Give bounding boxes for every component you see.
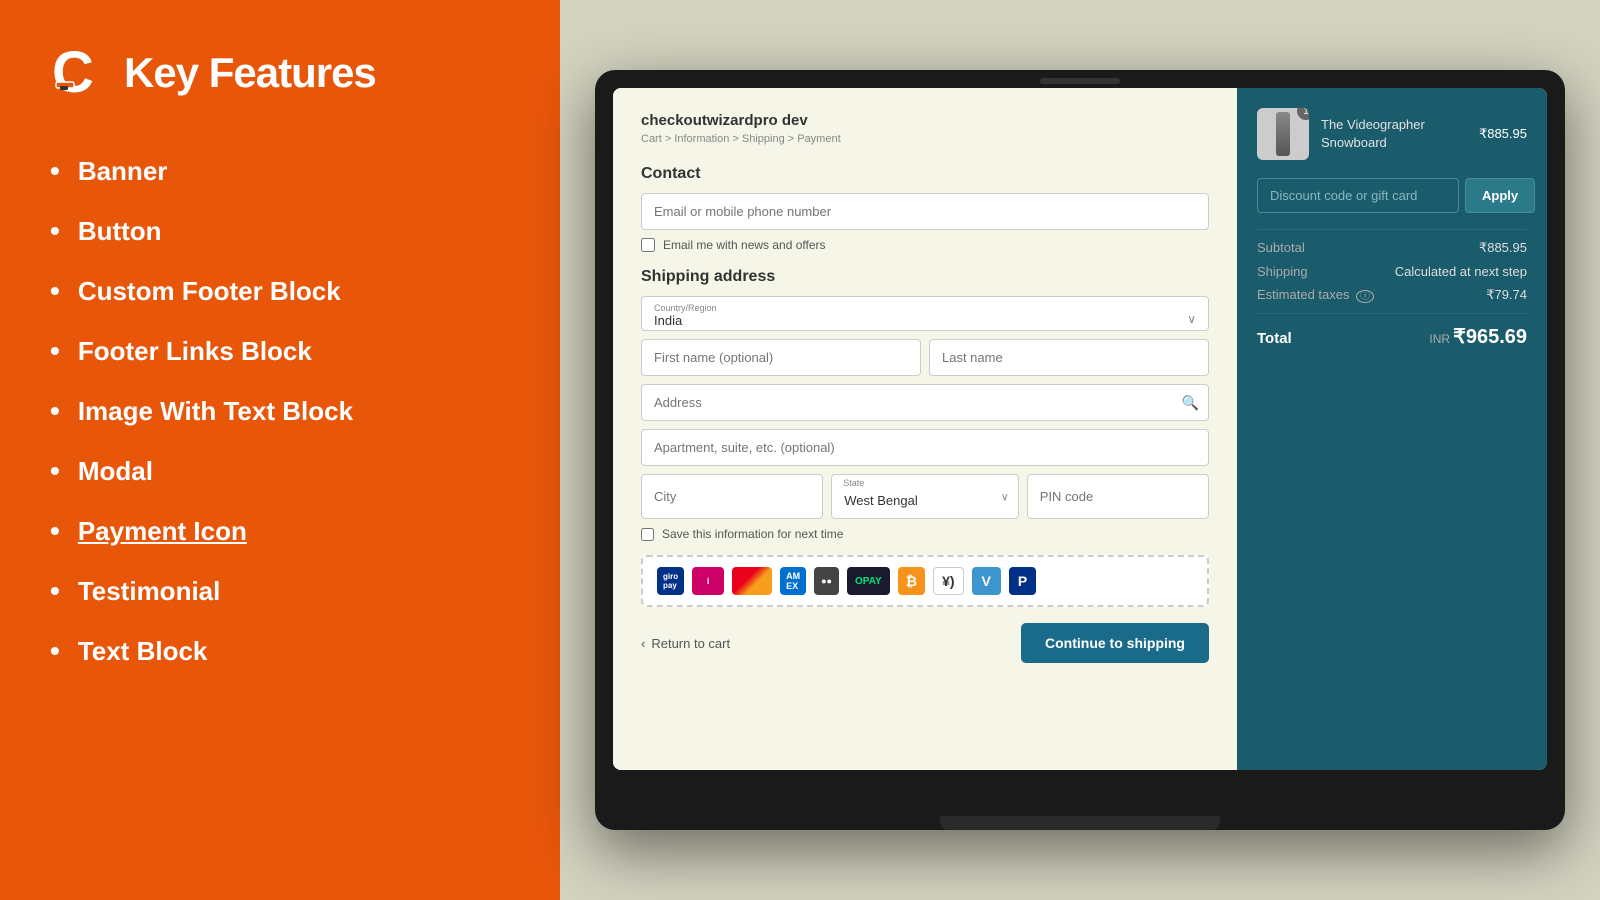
- feature-item-payment-icon: Payment Icon: [50, 515, 510, 547]
- product-badge: 1: [1297, 108, 1309, 120]
- features-list: Banner Button Custom Footer Block Footer…: [50, 155, 510, 667]
- total-divider: [1257, 313, 1527, 314]
- shipping-value: Calculated at next step: [1395, 264, 1527, 279]
- country-field: Country/Region India ∨: [641, 296, 1209, 331]
- city-state-row: State West Bengal ∨: [641, 474, 1209, 519]
- feature-item-banner: Banner: [50, 155, 510, 187]
- subtotal-row: Subtotal ₹885.95: [1257, 240, 1527, 256]
- ideal-icon: i: [692, 567, 724, 595]
- feature-item-text-block: Text Block: [50, 635, 510, 667]
- feature-item-image-text: Image With Text Block: [50, 395, 510, 427]
- summary-divider: [1257, 229, 1527, 230]
- subtotal-label: Subtotal: [1257, 240, 1305, 256]
- total-row: Total INR₹965.69: [1257, 324, 1527, 349]
- shipping-row: Shipping Calculated at next step: [1257, 264, 1527, 279]
- tax-label: Estimated taxes ⓘ: [1257, 287, 1374, 303]
- contact-title: Contact: [641, 165, 1209, 183]
- product-name: The Videographer Snowboard: [1321, 116, 1467, 152]
- newsletter-label: Email me with news and offers: [663, 238, 826, 252]
- continue-to-shipping-button[interactable]: Continue to shipping: [1021, 623, 1209, 663]
- checkout-form: checkoutwizardpro dev Cart > Information…: [613, 88, 1237, 770]
- address-input[interactable]: [641, 384, 1209, 421]
- amex-icon: AMEX: [780, 567, 806, 595]
- breadcrumb: Cart > Information > Shipping > Payment: [641, 133, 1209, 145]
- total-amount: INR₹965.69: [1429, 324, 1527, 349]
- giropay-icon: giropay: [657, 567, 684, 595]
- state-wrapper: State West Bengal ∨: [831, 474, 1019, 519]
- form-actions: ‹ Return to cart Continue to shipping: [641, 623, 1209, 663]
- pin-input[interactable]: [1027, 474, 1209, 519]
- bitcoin-icon: ₿: [898, 567, 925, 595]
- state-label: State: [843, 478, 864, 488]
- discount-row: Apply: [1257, 178, 1527, 213]
- total-currency: INR: [1429, 332, 1450, 346]
- laptop-frame: checkoutwizardpro dev Cart > Information…: [595, 70, 1565, 830]
- city-input[interactable]: [641, 474, 823, 519]
- discount-input[interactable]: [1257, 178, 1459, 213]
- product-thumbnail: 1: [1257, 108, 1309, 160]
- newsletter-row: Email me with news and offers: [641, 238, 1209, 252]
- save-info-checkbox[interactable]: [641, 528, 654, 541]
- product-row: 1 The Videographer Snowboard ₹885.95: [1257, 108, 1527, 160]
- newsletter-checkbox[interactable]: [641, 238, 655, 252]
- svg-text:C: C: [52, 40, 94, 105]
- yen-icon: ¥): [933, 567, 963, 595]
- venmo-icon: V: [972, 567, 1001, 595]
- feature-item-button: Button: [50, 215, 510, 247]
- brand-title: Key Features: [124, 49, 376, 97]
- country-label: Country/Region: [654, 303, 1196, 313]
- brand-icon: C: [50, 40, 110, 105]
- total-label: Total: [1257, 330, 1292, 347]
- apply-discount-button[interactable]: Apply: [1465, 178, 1535, 213]
- tax-row: Estimated taxes ⓘ ₹79.74: [1257, 287, 1527, 303]
- search-icon: 🔍: [1182, 394, 1199, 411]
- product-price: ₹885.95: [1479, 126, 1527, 142]
- address-wrapper: 🔍: [641, 384, 1209, 421]
- db-icon: ●●: [814, 567, 839, 595]
- laptop-notch: [1040, 78, 1120, 84]
- feature-item-modal: Modal: [50, 455, 510, 487]
- tax-value: ₹79.74: [1486, 287, 1527, 303]
- payment-icons-strip: giropay i AMEX ●● OPAY ₿ ¥) V P: [641, 555, 1209, 607]
- feature-item-custom-footer: Custom Footer Block: [50, 275, 510, 307]
- brand-header: C Key Features: [50, 40, 510, 105]
- laptop-screen: checkoutwizardpro dev Cart > Information…: [613, 88, 1547, 770]
- save-info-label: Save this information for next time: [662, 527, 843, 541]
- total-value: ₹965.69: [1453, 326, 1527, 348]
- save-info-row: Save this information for next time: [641, 527, 1209, 541]
- store-name: checkoutwizardpro dev: [641, 112, 1209, 129]
- opay-icon: OPAY: [847, 567, 890, 595]
- mastercard-icon: [732, 567, 772, 595]
- apartment-input[interactable]: [641, 429, 1209, 466]
- first-name-input[interactable]: [641, 339, 921, 376]
- tax-info-icon: ⓘ: [1356, 290, 1374, 303]
- country-value: India: [654, 313, 1196, 328]
- last-name-input[interactable]: [929, 339, 1209, 376]
- product-thumb-inner: [1276, 112, 1290, 156]
- laptop-base: [940, 816, 1220, 830]
- order-summary: 1 The Videographer Snowboard ₹885.95 App…: [1237, 88, 1547, 770]
- shipping-title: Shipping address: [641, 268, 1209, 286]
- return-to-cart-link[interactable]: ‹ Return to cart: [641, 636, 730, 651]
- email-input[interactable]: [641, 193, 1209, 230]
- paypal-icon: P: [1009, 567, 1036, 595]
- left-panel: C Key Features Banner Button Custom Foot…: [0, 0, 560, 900]
- shipping-label: Shipping: [1257, 264, 1308, 279]
- right-panel: checkoutwizardpro dev Cart > Information…: [560, 0, 1600, 900]
- feature-item-footer-links: Footer Links Block: [50, 335, 510, 367]
- subtotal-value: ₹885.95: [1479, 240, 1527, 256]
- back-arrow-icon: ‹: [641, 636, 645, 651]
- country-chevron-icon: ∨: [1187, 312, 1196, 326]
- feature-item-testimonial: Testimonial: [50, 575, 510, 607]
- name-row: [641, 339, 1209, 376]
- return-label: Return to cart: [651, 636, 730, 651]
